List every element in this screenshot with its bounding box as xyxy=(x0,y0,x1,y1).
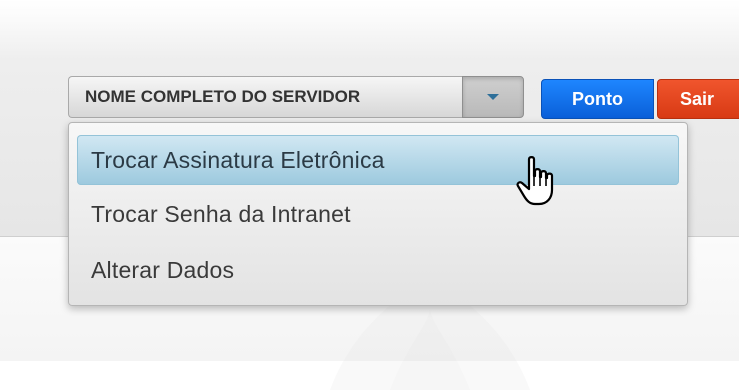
user-menu-toggle-group: NOME COMPLETO DO SERVIDOR xyxy=(68,76,524,120)
user-name-button[interactable]: NOME COMPLETO DO SERVIDOR xyxy=(68,76,462,118)
sair-button[interactable]: Sair xyxy=(657,79,739,119)
user-menu-caret-button[interactable] xyxy=(462,76,524,118)
hand-pointer-icon xyxy=(516,156,554,206)
user-dropdown-menu: Trocar Assinatura Eletrônica Trocar Senh… xyxy=(68,122,688,306)
menu-item-alterar-dados[interactable]: Alterar Dados xyxy=(77,245,679,295)
menu-item-trocar-assinatura[interactable]: Trocar Assinatura Eletrônica xyxy=(77,135,679,185)
menu-item-trocar-senha[interactable]: Trocar Senha da Intranet xyxy=(77,189,679,239)
ponto-button[interactable]: Ponto xyxy=(541,79,654,119)
caret-down-icon xyxy=(487,94,499,100)
